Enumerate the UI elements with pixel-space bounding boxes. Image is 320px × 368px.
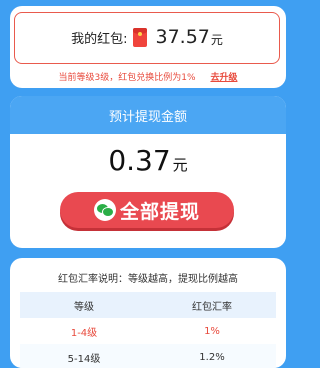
redpacket-unit: 元: [210, 33, 223, 47]
rate-table-header: 等级 红包汇率: [20, 292, 276, 318]
withdraw-all-button-label: 全部提现: [119, 200, 200, 223]
redpacket-amount: 37.57: [155, 26, 210, 48]
redpacket-balance-row: 我的红包: 37.57 元: [15, 25, 279, 49]
level-cell: 5-14级: [67, 353, 101, 365]
rate-cell: 1%: [204, 325, 220, 337]
table-row: 5-14级 1.2%: [20, 344, 276, 368]
redpacket-card: 我的红包: 37.57 元 当前等级3级，红包兑换比例为1% 去升级: [10, 6, 286, 88]
column-header-level: 等级: [74, 301, 94, 313]
rate-card: 红包汇率说明：等级越高，提现比例越高 等级 红包汇率 1-4级 1% 5-14级…: [10, 258, 286, 368]
level-cell: 1-4级: [70, 327, 98, 339]
level-info-row: 当前等级3级，红包兑换比例为1% 去升级: [10, 70, 286, 83]
withdraw-all-button[interactable]: 全部提现: [60, 192, 234, 228]
withdraw-amount: 0.37: [108, 144, 171, 177]
wechat-icon: [93, 199, 116, 221]
withdraw-amount-display: 0.37 元: [10, 142, 286, 176]
withdraw-header: 预计提现金额: [10, 96, 286, 134]
redpacket-balance-box: 我的红包: 37.57 元: [14, 12, 280, 64]
withdraw-card: 预计提现金额 0.37 元 全部提现: [10, 96, 286, 248]
column-header-rate: 红包汇率: [192, 301, 232, 313]
red-envelope-icon: [133, 27, 148, 47]
rate-table: 等级 红包汇率 1-4级 1% 5-14级 1.2%: [20, 292, 276, 368]
upgrade-link[interactable]: 去升级: [210, 73, 237, 83]
rate-note: 红包汇率说明：等级越高，提现比例越高: [58, 274, 238, 285]
level-info-text: 当前等级3级，红包兑换比例为1%: [58, 73, 196, 83]
withdraw-unit: 元: [172, 156, 188, 174]
rate-cell: 1.2%: [199, 351, 225, 363]
table-row: 1-4级 1%: [20, 318, 276, 344]
redpacket-label: 我的红包:: [71, 31, 128, 47]
